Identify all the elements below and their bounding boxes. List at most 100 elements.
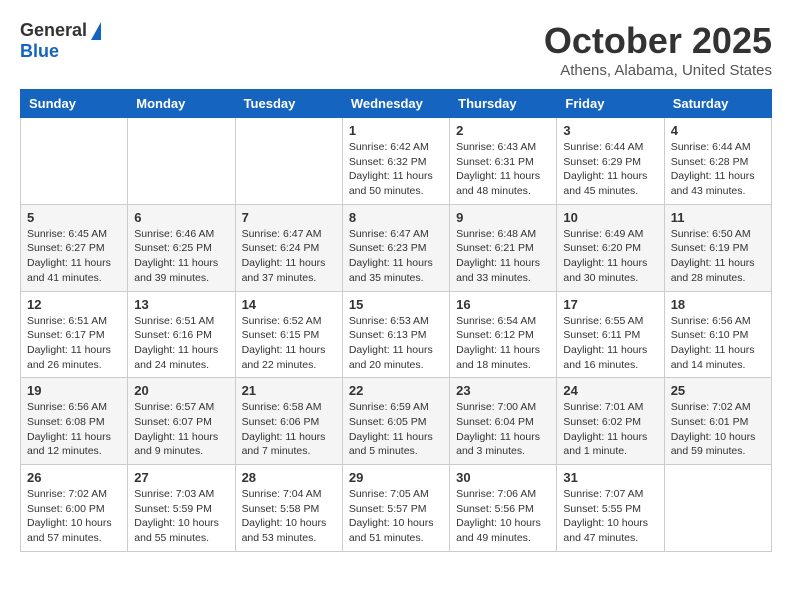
calendar-cell: 20Sunrise: 6:57 AM Sunset: 6:07 PM Dayli…	[128, 378, 235, 465]
day-number: 6	[134, 210, 228, 225]
weekday-header-wednesday: Wednesday	[342, 90, 449, 118]
day-info: Sunrise: 6:50 AM Sunset: 6:19 PM Dayligh…	[671, 227, 765, 286]
day-info: Sunrise: 7:00 AM Sunset: 6:04 PM Dayligh…	[456, 400, 550, 459]
day-info: Sunrise: 6:49 AM Sunset: 6:20 PM Dayligh…	[563, 227, 657, 286]
day-info: Sunrise: 6:56 AM Sunset: 6:10 PM Dayligh…	[671, 314, 765, 373]
day-info: Sunrise: 6:46 AM Sunset: 6:25 PM Dayligh…	[134, 227, 228, 286]
week-row-4: 19 Sunrise: 6:56 AM Sunset: 6:08 PM Dayli…	[21, 378, 772, 465]
day-number: 19	[27, 383, 121, 398]
calendar-cell: 30Sunrise: 7:06 AM Sunset: 5:56 PM Dayli…	[450, 465, 557, 552]
day-number: 21	[242, 383, 336, 398]
day-info: Sunrise: 7:07 AM Sunset: 5:55 PM Dayligh…	[563, 487, 657, 546]
calendar-cell: 17 Sunrise: 6:55 AM Sunset: 6:11 PM Dayli…	[557, 291, 664, 378]
day-number: 29	[349, 470, 443, 485]
calendar-cell: 14 Sunrise: 6:52 AM Sunset: 6:15 PM Dayli…	[235, 291, 342, 378]
day-number: 12	[27, 297, 121, 312]
day-number: 16	[456, 297, 550, 312]
calendar-cell: 10 Sunrise: 6:49 AM Sunset: 6:20 PM Dayli…	[557, 204, 664, 291]
day-info: Sunrise: 6:54 AM Sunset: 6:12 PM Dayligh…	[456, 314, 550, 373]
calendar-cell: 28 Sunrise: 7:04 AM Sunset: 5:58 PM Dayli…	[235, 465, 342, 552]
calendar-cell	[235, 118, 342, 205]
calendar-table: SundayMondayTuesdayWednesdayThursdayFrid…	[20, 89, 772, 552]
day-info: Sunrise: 6:53 AM Sunset: 6:13 PM Dayligh…	[349, 314, 443, 373]
calendar-subtitle: Athens, Alabama, United States	[544, 62, 772, 79]
day-number: 27	[134, 470, 228, 485]
calendar-title: October 2025	[544, 20, 772, 62]
day-info: Sunrise: 7:05 AM Sunset: 5:57 PM Dayligh…	[349, 487, 443, 546]
calendar-cell	[21, 118, 128, 205]
weekday-header-tuesday: Tuesday	[235, 90, 342, 118]
day-number: 3	[563, 123, 657, 138]
calendar-cell: 24 Sunrise: 7:01 AM Sunset: 6:02 PM Dayli…	[557, 378, 664, 465]
calendar-cell: 27 Sunrise: 7:03 AM Sunset: 5:59 PM Dayli…	[128, 465, 235, 552]
day-info: Sunrise: 7:04 AM Sunset: 5:58 PM Dayligh…	[242, 487, 336, 546]
day-number: 8	[349, 210, 443, 225]
day-number: 20	[134, 383, 228, 398]
day-number: 28	[242, 470, 336, 485]
calendar-cell: 15 Sunrise: 6:53 AM Sunset: 6:13 PM Dayli…	[342, 291, 449, 378]
day-number: 1	[349, 123, 443, 138]
page-header: General Blue October 2025 Athens, Alabam…	[20, 20, 772, 79]
day-number: 25	[671, 383, 765, 398]
day-info: Sunrise: 6:55 AM Sunset: 6:11 PM Dayligh…	[563, 314, 657, 373]
day-number: 2	[456, 123, 550, 138]
calendar-cell: 9 Sunrise: 6:48 AM Sunset: 6:21 PM Daylig…	[450, 204, 557, 291]
calendar-cell: 2Sunrise: 6:43 AM Sunset: 6:31 PM Daylig…	[450, 118, 557, 205]
calendar-cell	[128, 118, 235, 205]
day-number: 18	[671, 297, 765, 312]
logo-general-text: General	[20, 20, 87, 41]
day-info: Sunrise: 6:51 AM Sunset: 6:16 PM Dayligh…	[134, 314, 228, 373]
day-number: 9	[456, 210, 550, 225]
day-info: Sunrise: 6:58 AM Sunset: 6:06 PM Dayligh…	[242, 400, 336, 459]
day-info: Sunrise: 7:03 AM Sunset: 5:59 PM Dayligh…	[134, 487, 228, 546]
day-number: 11	[671, 210, 765, 225]
calendar-cell: 12 Sunrise: 6:51 AM Sunset: 6:17 PM Dayli…	[21, 291, 128, 378]
calendar-cell: 13Sunrise: 6:51 AM Sunset: 6:16 PM Dayli…	[128, 291, 235, 378]
day-info: Sunrise: 6:47 AM Sunset: 6:23 PM Dayligh…	[349, 227, 443, 286]
calendar-cell: 18 Sunrise: 6:56 AM Sunset: 6:10 PM Dayli…	[664, 291, 771, 378]
week-row-2: 5 Sunrise: 6:45 AM Sunset: 6:27 PM Daylig…	[21, 204, 772, 291]
week-row-5: 26 Sunrise: 7:02 AM Sunset: 6:00 PM Dayli…	[21, 465, 772, 552]
weekday-header-saturday: Saturday	[664, 90, 771, 118]
day-info: Sunrise: 6:59 AM Sunset: 6:05 PM Dayligh…	[349, 400, 443, 459]
calendar-cell: 22Sunrise: 6:59 AM Sunset: 6:05 PM Dayli…	[342, 378, 449, 465]
day-info: Sunrise: 6:44 AM Sunset: 6:29 PM Dayligh…	[563, 140, 657, 199]
weekday-header-row: SundayMondayTuesdayWednesdayThursdayFrid…	[21, 90, 772, 118]
day-number: 7	[242, 210, 336, 225]
calendar-cell: 8 Sunrise: 6:47 AM Sunset: 6:23 PM Daylig…	[342, 204, 449, 291]
weekday-header-monday: Monday	[128, 90, 235, 118]
day-info: Sunrise: 6:42 AM Sunset: 6:32 PM Dayligh…	[349, 140, 443, 199]
logo-blue-text: Blue	[20, 41, 59, 62]
calendar-cell: 11 Sunrise: 6:50 AM Sunset: 6:19 PM Dayli…	[664, 204, 771, 291]
calendar-cell: 26 Sunrise: 7:02 AM Sunset: 6:00 PM Dayli…	[21, 465, 128, 552]
weekday-header-thursday: Thursday	[450, 90, 557, 118]
week-row-1: 1 Sunrise: 6:42 AM Sunset: 6:32 PM Daylig…	[21, 118, 772, 205]
day-number: 5	[27, 210, 121, 225]
day-info: Sunrise: 6:48 AM Sunset: 6:21 PM Dayligh…	[456, 227, 550, 286]
day-number: 10	[563, 210, 657, 225]
calendar-cell: 25 Sunrise: 7:02 AM Sunset: 6:01 PM Dayli…	[664, 378, 771, 465]
day-info: Sunrise: 7:02 AM Sunset: 6:01 PM Dayligh…	[671, 400, 765, 459]
day-info: Sunrise: 6:51 AM Sunset: 6:17 PM Dayligh…	[27, 314, 121, 373]
calendar-cell: 21 Sunrise: 6:58 AM Sunset: 6:06 PM Dayli…	[235, 378, 342, 465]
day-number: 15	[349, 297, 443, 312]
day-info: Sunrise: 6:52 AM Sunset: 6:15 PM Dayligh…	[242, 314, 336, 373]
day-number: 31	[563, 470, 657, 485]
calendar-cell	[664, 465, 771, 552]
calendar-cell: 5 Sunrise: 6:45 AM Sunset: 6:27 PM Daylig…	[21, 204, 128, 291]
day-info: Sunrise: 6:45 AM Sunset: 6:27 PM Dayligh…	[27, 227, 121, 286]
logo-icon	[91, 22, 101, 40]
day-number: 17	[563, 297, 657, 312]
title-section: October 2025 Athens, Alabama, United Sta…	[544, 20, 772, 79]
calendar-cell: 3 Sunrise: 6:44 AM Sunset: 6:29 PM Daylig…	[557, 118, 664, 205]
calendar-cell: 4Sunrise: 6:44 AM Sunset: 6:28 PM Daylig…	[664, 118, 771, 205]
day-info: Sunrise: 7:02 AM Sunset: 6:00 PM Dayligh…	[27, 487, 121, 546]
day-number: 26	[27, 470, 121, 485]
day-number: 14	[242, 297, 336, 312]
day-info: Sunrise: 6:56 AM Sunset: 6:08 PM Dayligh…	[27, 400, 121, 459]
calendar-cell: 7Sunrise: 6:47 AM Sunset: 6:24 PM Daylig…	[235, 204, 342, 291]
calendar-cell: 6 Sunrise: 6:46 AM Sunset: 6:25 PM Daylig…	[128, 204, 235, 291]
day-info: Sunrise: 7:01 AM Sunset: 6:02 PM Dayligh…	[563, 400, 657, 459]
day-number: 23	[456, 383, 550, 398]
day-number: 24	[563, 383, 657, 398]
